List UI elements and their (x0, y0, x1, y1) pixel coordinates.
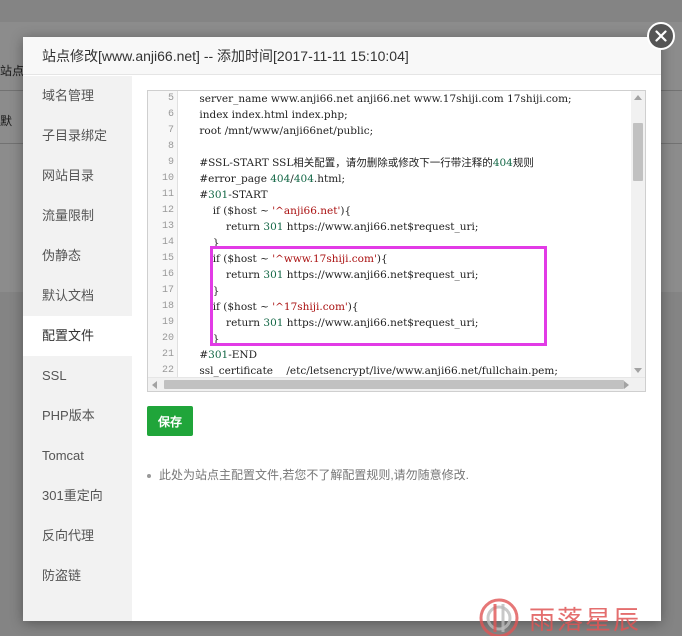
line-number: 21 (161, 349, 174, 360)
code-line: 12 if ($host ~ '^anji66.net'){ (148, 203, 631, 219)
code-text: if ($host ~ '^www.17shiji.com'){ (186, 253, 388, 265)
code-lines[interactable]: 5 server_name www.anji66.net anji66.net … (148, 91, 631, 379)
code-line: 17 } (148, 283, 631, 299)
site-settings-dialog: 站点修改[www.anji66.net] -- 添加时间[2017-11-11 … (23, 37, 661, 636)
vertical-scrollbar[interactable] (631, 91, 645, 377)
sidebar-item[interactable]: 域名管理 (23, 76, 132, 116)
line-number: 19 (161, 317, 174, 328)
config-tip: 此处为站点主配置文件,若您不了解配置规则,请勿随意修改. (147, 466, 469, 483)
code-text: server_name www.anji66.net anji66.net ww… (186, 93, 572, 105)
code-text: return 301 https://www.anji66.net$reques… (186, 269, 479, 281)
code-line: 13 return 301 https://www.anji66.net$req… (148, 219, 631, 235)
line-number: 8 (167, 141, 174, 152)
line-number: 15 (161, 253, 174, 264)
sidebar-item[interactable]: 默认文档 (23, 276, 132, 316)
close-icon (655, 30, 667, 42)
code-text: #301-END (186, 349, 258, 361)
code-text: index index.html index.php; (186, 109, 348, 121)
scroll-down-icon[interactable] (634, 368, 642, 373)
code-text: return 301 https://www.anji66.net$reques… (186, 221, 479, 233)
config-file-panel: 5 server_name www.anji66.net anji66.net … (132, 76, 661, 636)
code-line: 8 (148, 139, 631, 155)
sidebar-item[interactable]: 反向代理 (23, 516, 132, 556)
line-number: 5 (167, 93, 174, 104)
horizontal-scroll-thumb[interactable] (164, 380, 624, 389)
config-editor[interactable]: 5 server_name www.anji66.net anji66.net … (147, 90, 646, 392)
line-number: 12 (161, 205, 174, 216)
code-text: if ($host ~ '^anji66.net'){ (186, 205, 352, 217)
line-number: 20 (161, 333, 174, 344)
code-text: } (186, 285, 220, 297)
line-number: 10 (161, 173, 174, 184)
code-text: } (186, 333, 220, 345)
code-text: } (186, 237, 220, 249)
line-number: 17 (161, 285, 174, 296)
code-line: 10 #error_page 404/404.html; (148, 171, 631, 187)
line-number: 6 (167, 109, 174, 120)
code-text: #301-START (186, 189, 268, 201)
tip-text: 此处为站点主配置文件,若您不了解配置规则,请勿随意修改. (159, 468, 470, 482)
save-button[interactable]: 保存 (147, 406, 193, 436)
line-number: 13 (161, 221, 174, 232)
code-line: 18 if ($host ~ '^17shiji.com'){ (148, 299, 631, 315)
code-line: 5 server_name www.anji66.net anji66.net … (148, 91, 631, 107)
sidebar-item[interactable]: 流量限制 (23, 196, 132, 236)
sidebar-item[interactable]: 网站目录 (23, 156, 132, 196)
settings-sidebar: 域名管理 子目录绑定 网站目录 流量限制 伪静态 默认文档 配置文件 SSL PHP版本 Tomc… (23, 76, 132, 621)
code-line: 15 if ($host ~ '^www.17shiji.com'){ (148, 251, 631, 267)
sidebar-item[interactable]: 伪静态 (23, 236, 132, 276)
sidebar-item[interactable]: PHP版本 (23, 396, 132, 436)
code-line: 21 #301-END (148, 347, 631, 363)
watermark-text: 雨落星辰 (529, 605, 642, 636)
code-line: 20 } (148, 331, 631, 347)
scroll-left-icon[interactable] (152, 381, 157, 389)
code-line: 7 root /mnt/www/anji66net/public; (148, 123, 631, 139)
sidebar-item[interactable]: Tomcat (23, 436, 132, 476)
line-number: 16 (161, 269, 174, 280)
line-number: 14 (161, 237, 174, 248)
code-text: return 301 https://www.anji66.net$reques… (186, 317, 479, 329)
code-line: 19 return 301 https://www.anji66.net$req… (148, 315, 631, 331)
watermark-logo-icon (479, 598, 519, 636)
scroll-right-icon[interactable] (624, 381, 629, 389)
sidebar-item[interactable]: SSL (23, 356, 132, 396)
code-text: if ($host ~ '^17shiji.com'){ (186, 301, 359, 313)
close-button[interactable] (647, 22, 675, 50)
code-text: #SSL-START SSL相关配置，请勿删除或修改下一行带注释的404规则 (186, 157, 534, 169)
sidebar-item[interactable]: 配置文件 (23, 316, 132, 356)
code-line: 11 #301-START (148, 187, 631, 203)
dialog-title: 站点修改[www.anji66.net] -- 添加时间[2017-11-11 … (23, 37, 661, 75)
sidebar-item[interactable]: 子目录绑定 (23, 116, 132, 156)
vertical-scroll-thumb[interactable] (633, 123, 643, 181)
line-number: 11 (161, 189, 174, 200)
code-text: root /mnt/www/anji66net/public; (186, 125, 374, 137)
horizontal-scrollbar[interactable] (148, 377, 645, 391)
bullet-icon (147, 473, 151, 478)
scroll-up-icon[interactable] (634, 95, 642, 100)
line-number: 18 (161, 301, 174, 312)
code-line: 14 } (148, 235, 631, 251)
watermark: 雨落星辰 (477, 596, 641, 636)
line-number: 7 (167, 125, 174, 136)
code-line: 16 return 301 https://www.anji66.net$req… (148, 267, 631, 283)
sidebar-item[interactable]: 301重定向 (23, 476, 132, 516)
code-line: 6 index index.html index.php; (148, 107, 631, 123)
line-number: 9 (167, 157, 174, 168)
code-text: #error_page 404/404.html; (186, 173, 346, 185)
sidebar-item[interactable]: 防盗链 (23, 556, 132, 596)
code-line: 9 #SSL-START SSL相关配置，请勿删除或修改下一行带注释的404规则 (148, 155, 631, 171)
